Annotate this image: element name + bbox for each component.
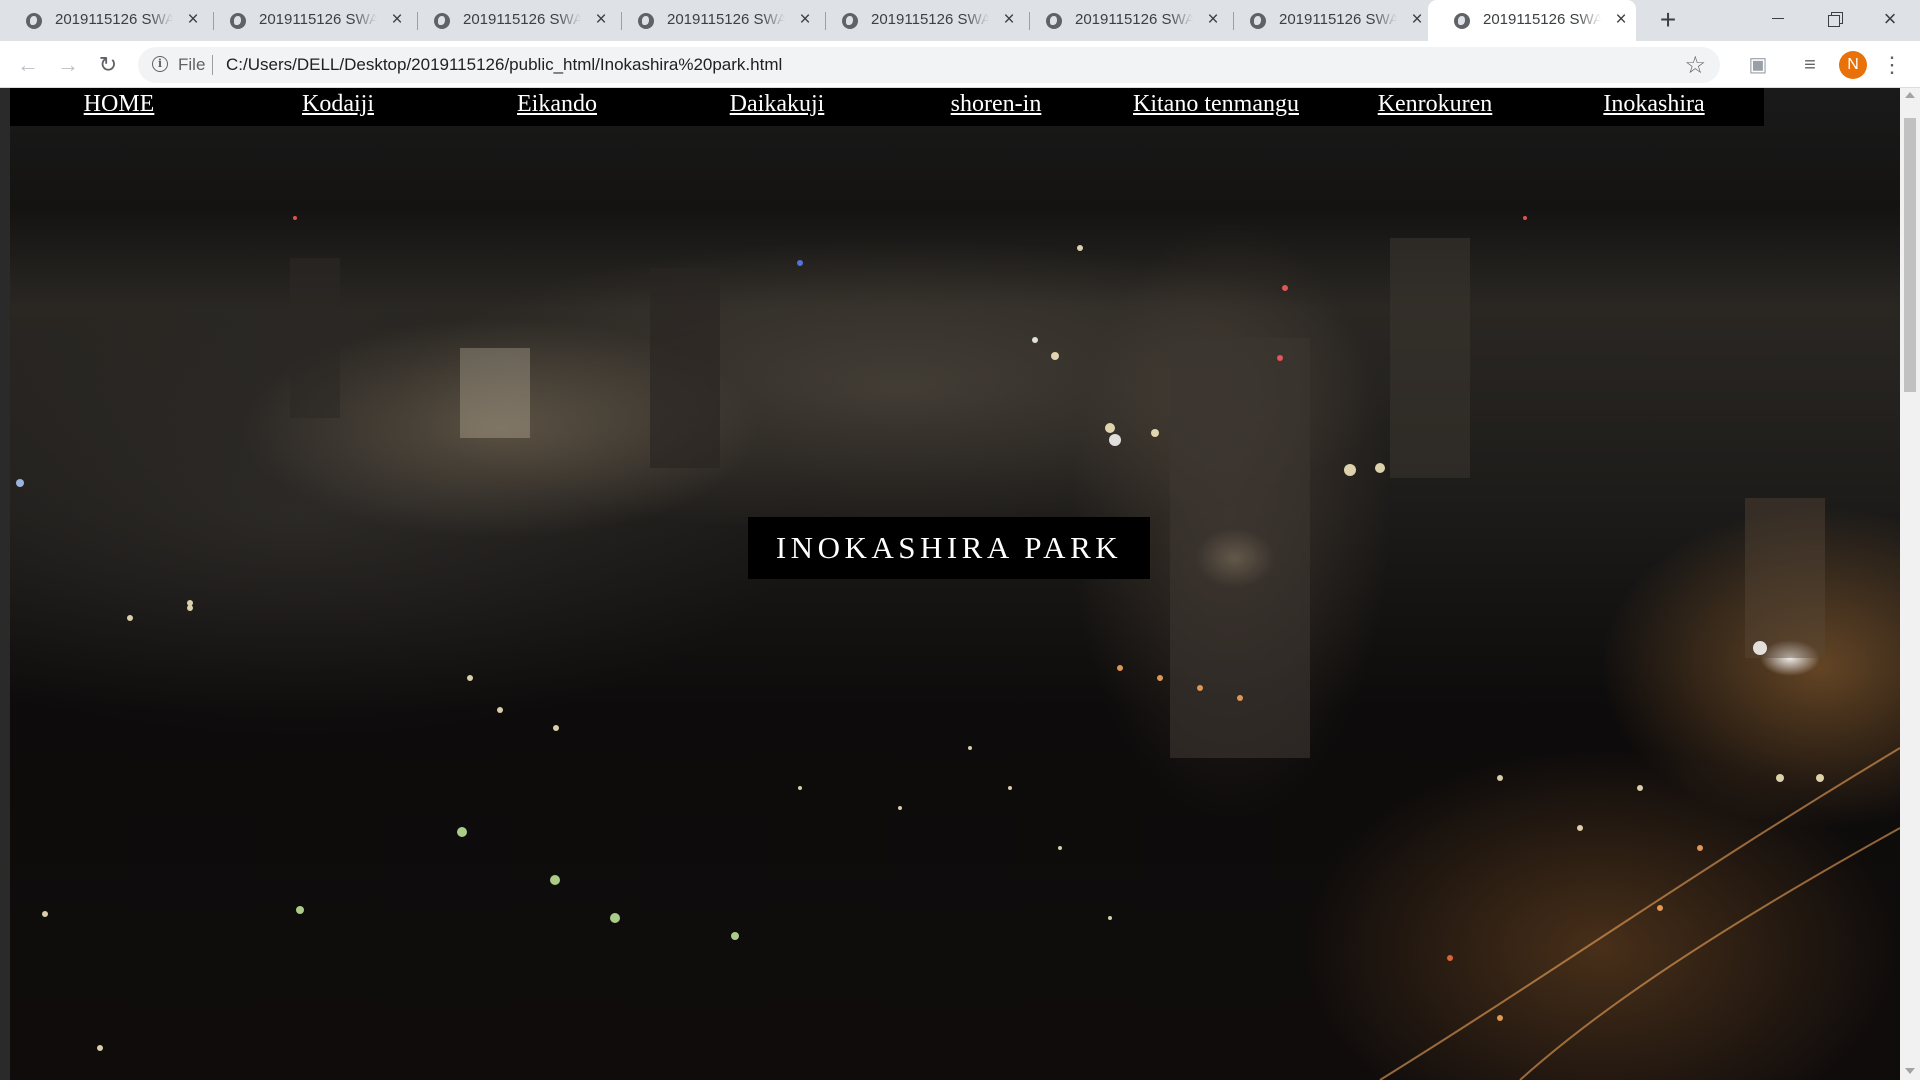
scroll-up-arrow-icon[interactable] [1905,92,1915,98]
globe-icon [1046,13,1062,29]
omnibox-divider [212,55,213,75]
tab-title: 2019115126 SWAN [1075,11,1193,28]
tab-close-icon[interactable]: × [1407,10,1427,30]
tab-title: 2019115126 SWAN [259,11,377,28]
info-icon[interactable]: i [152,56,168,72]
browser-tab[interactable]: 2019115126 SWAN × [408,0,622,41]
page-viewport: HOME Kodaiji Eikando Daikakuji shoren-in… [0,88,1900,1080]
url-text[interactable]: C:/Users/DELL/Desktop/2019115126/public_… [226,55,782,75]
globe-icon [1250,13,1266,29]
globe-icon [434,13,450,29]
globe-icon [1454,13,1470,29]
address-bar[interactable]: i File C:/Users/DELL/Desktop/2019115126/… [138,47,1720,83]
browser-tab[interactable]: 2019115126 SWAN × [816,0,1030,41]
close-window-button[interactable]: × [1862,0,1918,41]
globe-icon [842,13,858,29]
reload-icon[interactable]: ↻ [94,51,122,79]
forward-arrow-icon[interactable]: → [54,51,82,79]
nav-link-kitano-tenmangu[interactable]: Kitano tenmangu [1133,91,1299,118]
browser-tab-active[interactable]: 2019115126 SWAN × [1428,0,1636,41]
tab-close-icon[interactable]: × [387,10,407,30]
media-control-icon[interactable]: ≡ [1796,51,1824,79]
nav-link-home[interactable]: HOME [84,91,155,118]
tab-title: 2019115126 SWAN [1483,11,1601,28]
profile-avatar[interactable]: N [1839,51,1867,79]
tab-close-icon[interactable]: × [795,10,815,30]
nav-link-daikakuji[interactable]: Daikakuji [730,91,825,118]
nav-link-shoren-in[interactable]: shoren-in [951,91,1042,118]
nav-link-eikando[interactable]: Eikando [517,91,597,118]
kebab-menu-icon[interactable]: ⋮ [1880,51,1904,79]
browser-tab[interactable]: 2019115126 SWAN × [612,0,826,41]
back-arrow-icon[interactable]: ← [14,51,42,79]
tab-title: 2019115126 SWAN [871,11,989,28]
star-icon[interactable]: ☆ [1684,51,1706,80]
hero-title: INOKASHIRA PARK [775,530,1123,565]
globe-icon [638,13,654,29]
scroll-down-arrow-icon[interactable] [1905,1068,1915,1074]
tab-strip: 2019115126 SWAN × 2019115126 SWAN × 2019… [0,0,1920,41]
globe-icon [230,13,246,29]
globe-icon [26,13,42,29]
scheme-label: File [178,55,206,74]
hero-title-box: INOKASHIRA PARK [748,517,1150,579]
camera-icon[interactable]: ▣ [1744,51,1772,79]
browser-tab[interactable]: 2019115126 SWAN × [0,0,214,41]
tab-title: 2019115126 SWAN [1279,11,1397,28]
tab-title: 2019115126 SWAN [463,11,581,28]
tab-close-icon[interactable]: × [183,10,203,30]
new-tab-button[interactable]: + [1654,6,1682,34]
nav-link-kodaiji[interactable]: Kodaiji [302,91,374,118]
browser-tab[interactable]: 2019115126 SWAN × [204,0,418,41]
scrollbar-thumb[interactable] [1904,118,1916,392]
page-left-edge [0,88,10,1080]
tab-close-icon[interactable]: × [999,10,1019,30]
tab-close-icon[interactable]: × [591,10,611,30]
tab-close-icon[interactable]: × [1203,10,1223,30]
browser-tab[interactable]: 2019115126 SWAN × [1020,0,1234,41]
browser-tab[interactable]: 2019115126 SWAN × [1224,0,1427,41]
tab-title: 2019115126 SWAN [667,11,785,28]
browser-toolbar: ← → ↻ i File C:/Users/DELL/Desktop/20191… [0,41,1920,88]
minimize-window-button[interactable] [1750,0,1806,41]
nav-link-inokashira[interactable]: Inokashira [1603,91,1704,118]
city-night-background [16,216,1900,1080]
nav-link-kenrokuren[interactable]: Kenrokuren [1378,91,1493,118]
vertical-scrollbar[interactable] [1900,88,1920,1080]
tab-title: 2019115126 SWAN [55,11,173,28]
site-navbar: HOME Kodaiji Eikando Daikakuji shoren-in… [10,88,1764,126]
restore-window-button[interactable] [1806,0,1862,41]
tab-close-icon[interactable]: × [1611,10,1631,30]
